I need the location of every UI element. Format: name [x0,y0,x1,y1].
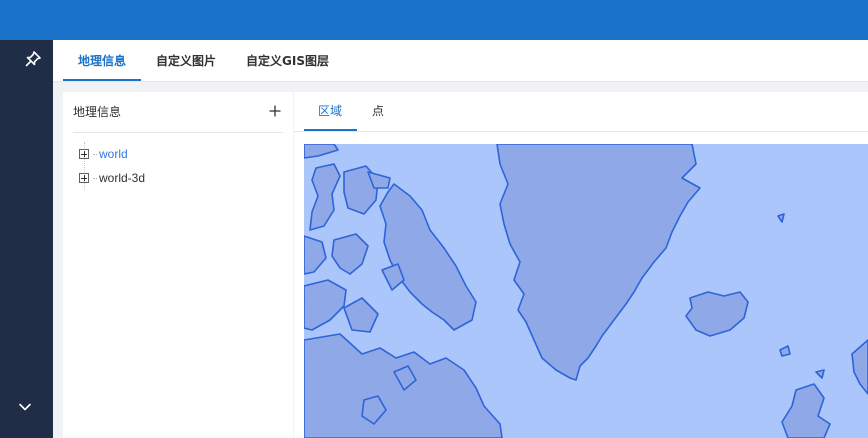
tab-custom-gis-layer[interactable]: 自定义GIS图层 [246,40,329,82]
tab-custom-image[interactable]: 自定义图片 [156,40,216,82]
tree-node-label: world-3d [99,171,146,185]
expand-icon[interactable] [79,149,89,159]
map-panel: 区域 点 [294,92,868,438]
iceland-region [685,291,749,337]
tree-node-world-3d[interactable]: world-3d [79,168,145,188]
chevron-down-icon[interactable] [17,399,33,415]
island-region [779,345,791,357]
geo-info-panel: 地理信息 world world-3d [63,92,293,438]
active-tab-indicator [304,129,357,131]
arctic-island-region [304,235,327,275]
sidebar [0,40,53,438]
arctic-island-region [304,279,347,331]
panel-title: 地理信息 [73,105,122,119]
main-tabs: 地理信息 自定义图片 自定义GIS图层 [53,40,868,82]
world-map[interactable] [304,144,868,438]
arctic-island-region [304,144,339,159]
greenland-region [496,144,701,381]
active-tab-indicator [63,79,141,81]
europe-region [851,339,868,395]
tab-region[interactable]: 区域 [318,92,342,132]
arctic-island-region [331,233,369,275]
europe-region [781,383,831,438]
arctic-island-region [343,297,379,333]
baffin-island-region [379,183,477,331]
map-tabs: 区域 点 [294,92,868,132]
tab-point[interactable]: 点 [372,92,384,132]
divider [73,132,283,133]
arctic-island-region [309,163,341,231]
tree-node-world[interactable]: world [79,144,128,164]
island-region [777,213,785,223]
pin-icon[interactable] [24,50,42,68]
top-header-bar [0,0,868,40]
island-region [815,369,825,379]
plus-icon[interactable] [266,102,284,120]
map-canvas[interactable] [304,144,868,438]
tab-geo-info[interactable]: 地理信息 [78,40,126,82]
tree-node-label: world [99,147,128,161]
expand-icon[interactable] [79,173,89,183]
